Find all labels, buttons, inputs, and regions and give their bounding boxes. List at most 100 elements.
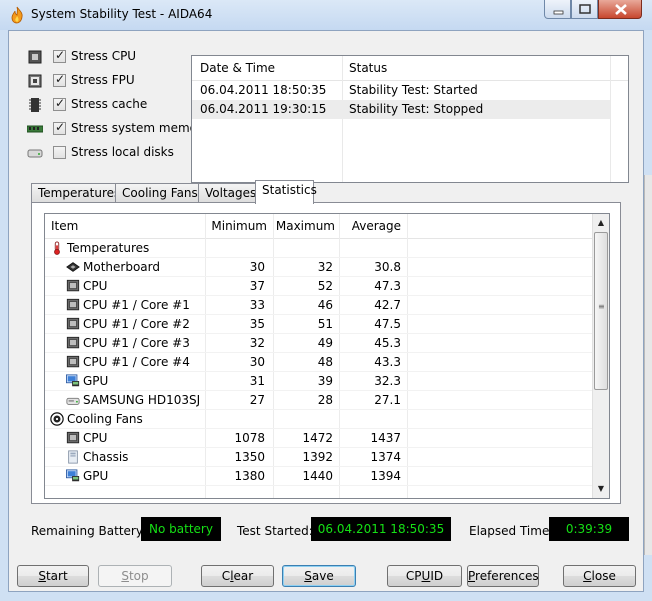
row-maximum: 48 [317,355,333,369]
window-title: System Stability Test - AIDA64 [31,7,213,21]
stress-checkbox[interactable]: ✓ [53,96,66,111]
row-label: Chassis [83,450,129,464]
elapsed-time-label: Elapsed Time: [469,524,554,538]
scroll-up-arrow[interactable]: ▲ [593,214,609,231]
log-col-datetime[interactable]: Date & Time [200,61,275,75]
row-maximum: 1392 [302,450,333,464]
stress-checkbox[interactable] [53,146,66,159]
client-area: ✓ Stress CPU ✓ Stress FPU ✓ Stress cache ✓ Stre… [8,30,644,592]
table-row[interactable]: CPU #1 / Core #1 33 46 42.7 [45,296,593,315]
button-label: CPUID [405,569,444,583]
start-button[interactable]: Start [17,565,89,587]
table-row[interactable]: GPU 31 39 32.3 [45,372,593,391]
row-minimum: 37 [249,279,265,293]
statistics-table[interactable]: Item Minimum Maximum Average Temperature… [44,213,610,499]
cpuid-button[interactable]: CPUID [387,565,462,587]
fan-icon [50,412,64,426]
save-button[interactable]: Save [282,565,356,587]
row-average: 27.1 [374,393,401,407]
scroll-down-arrow[interactable]: ▼ [593,480,609,497]
log-col-status[interactable]: Status [349,61,387,75]
log-row[interactable]: 06.04.2011 18:50:35 Stability Test: Start… [192,81,610,100]
table-row[interactable]: CPU #1 / Core #3 32 49 45.3 [45,334,593,353]
tab-statistics[interactable]: Statistics [255,180,317,204]
table-row[interactable]: CPU 1078 1472 1437 [45,429,593,448]
gpu-icon [66,469,80,482]
row-minimum: 1350 [234,450,265,464]
log-divider [610,56,611,182]
stress-option-2[interactable]: ✓ Stress FPU [27,71,197,91]
title-bar[interactable]: System Stability Test - AIDA64 [0,0,652,30]
stress-option-3[interactable]: ✓ Stress cache [27,95,197,115]
background-window-edge [644,175,652,555]
row-maximum: 28 [317,393,333,407]
window-close-button[interactable] [598,0,642,19]
log-datetime: 06.04.2011 19:30:15 [200,102,327,116]
row-label: CPU #1 / Core #2 [83,317,190,331]
clear-button[interactable]: Clear [201,565,274,587]
disk-icon [27,149,43,158]
tab-temperatures[interactable]: Temperatures [31,183,120,203]
stress-option-1[interactable]: ✓ Stress CPU [27,47,197,67]
event-log[interactable]: Date & Time Status 06.04.2011 18:50:35 St… [191,55,629,183]
group-row[interactable]: Cooling Fans [45,410,593,429]
table-row[interactable]: SAMSUNG HD103SJ 27 28 27.1 [45,391,593,410]
row-label: CPU #1 / Core #4 [83,355,190,369]
table-header: Item Minimum Maximum Average [45,214,593,239]
button-label: Stop [121,569,149,583]
table-row[interactable]: CPU 37 52 47.3 [45,277,593,296]
preferences-button[interactable]: Preferences [467,565,539,587]
fpu-icon [28,74,42,88]
hard-disk-icon [66,397,80,405]
row-minimum: 32 [249,336,265,350]
row-maximum: 1472 [302,431,333,445]
row-average: 43.3 [374,355,401,369]
tab-voltages[interactable]: Voltages [198,183,256,203]
table-row[interactable]: Chassis 1350 1392 1374 [45,448,593,467]
row-average: 1374 [370,450,401,464]
col-maximum[interactable]: Maximum [273,219,335,233]
stress-option-5[interactable]: Stress local disks [27,143,197,163]
tab-cooling-fans[interactable]: Cooling Fans [115,183,199,203]
row-label: GPU [83,374,109,388]
scroll-thumb[interactable]: ≡ [594,232,608,390]
row-minimum: 30 [249,355,265,369]
stress-checkbox[interactable]: ✓ [53,48,66,63]
stress-checkbox[interactable]: ✓ [53,120,66,135]
stress-option-label: Stress system memory [71,121,210,135]
stress-option-label: Stress FPU [71,73,135,87]
maximize-button[interactable] [571,0,598,19]
row-maximum: 46 [317,298,333,312]
button-label: Preferences [468,569,539,583]
table-row[interactable]: Motherboard 30 32 30.8 [45,258,593,277]
row-average: 1394 [370,469,401,483]
cpu-chip-icon [66,336,80,349]
col-item[interactable]: Item [51,219,78,233]
close-icon [615,4,627,15]
memory-icon [27,125,43,133]
col-average[interactable]: Average [341,219,401,233]
minimize-button[interactable] [544,0,571,19]
app-window: System Stability Test - AIDA64 ✓ Stress C… [0,0,652,601]
row-minimum: 1380 [234,469,265,483]
stress-checkbox[interactable]: ✓ [53,72,66,87]
maximize-icon [579,4,591,14]
button-label: Close [583,569,616,583]
table-row[interactable]: CPU #1 / Core #4 30 48 43.3 [45,353,593,372]
row-label: Motherboard [83,260,160,274]
grip-icon: ≡ [598,302,605,311]
row-average: 30.8 [374,260,401,274]
close-button[interactable]: Close [563,565,636,587]
statistics-panel: Item Minimum Maximum Average Temperature… [31,202,621,504]
checkmark-icon: ✓ [55,96,66,110]
test-started-label: Test Started: [237,524,313,538]
stress-option-4[interactable]: ✓ Stress system memory [27,119,209,139]
log-row[interactable]: 06.04.2011 19:30:15 Stability Test: Stopp… [192,100,610,119]
group-row[interactable]: Temperatures [45,239,593,258]
table-row[interactable]: GPU 1380 1440 1394 [45,467,593,486]
col-minimum[interactable]: Minimum [205,219,267,233]
row-label: CPU [83,431,108,445]
vertical-scrollbar[interactable]: ▲ ≡ ▼ [592,214,609,498]
table-row[interactable]: CPU #1 / Core #2 35 51 47.5 [45,315,593,334]
stop-button[interactable]: Stop [98,565,172,587]
